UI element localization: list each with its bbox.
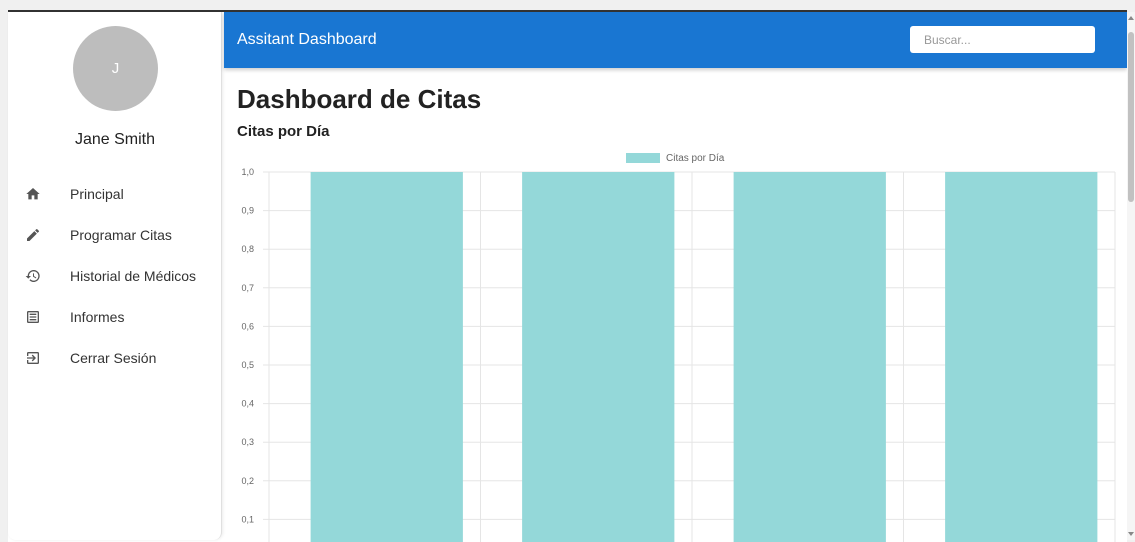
sidebar-item-programar-citas[interactable]: Programar Citas [8,215,222,255]
search-input[interactable] [910,26,1095,53]
y-tick-label: 0,7 [241,283,254,293]
legend-swatch [626,153,660,163]
sidebar-item-label: Cerrar Sesión [70,350,157,366]
user-name: Jane Smith [74,131,156,148]
logout-icon [24,349,42,367]
legend-label: Citas por Día [666,153,725,164]
chart-bar [310,172,463,542]
y-tick-label: 0,8 [241,244,254,254]
avatar-initial: J [111,60,120,77]
y-tick-label: 0,9 [241,206,254,216]
y-tick-label: 0,6 [241,321,254,331]
page-title: Dashboard de Citas [237,84,482,114]
app-header: Assitant Dashboard [224,12,1127,68]
y-tick-label: 0,3 [241,437,254,447]
sidebar-item-principal[interactable]: Principal [8,174,222,214]
pencil-icon [24,226,42,244]
y-tick-label: 1,0 [241,167,254,177]
sidebar: J Jane Smith Principal Programar Citas H… [8,12,222,540]
avatar: J [73,26,158,111]
chart-bar [945,172,1098,542]
scrollbar[interactable] [1127,12,1135,540]
sidebar-item-label: Principal [70,186,124,202]
history-icon [24,267,42,285]
sidebar-item-label: Informes [70,309,125,325]
bar-chart: Citas por Día 1,0 0,9 0,8 0,7 0,6 0,5 0,4 0,3 0,2… [241,153,1116,542]
y-tick-label: 0,4 [241,399,254,409]
home-icon [24,185,42,203]
sidebar-item-informes[interactable]: Informes [8,297,222,337]
y-tick-label: 0,2 [241,476,254,486]
header-title: Assitant Dashboard [237,31,377,48]
sidebar-item-cerrar-sesion[interactable]: Cerrar Sesión [8,338,222,378]
report-icon [24,308,42,326]
sidebar-item-historial-medicos[interactable]: Historial de Médicos [8,256,222,296]
sidebar-item-label: Historial de Médicos [70,268,197,284]
chart-bar [522,172,675,542]
y-tick-label: 0,5 [241,360,254,370]
sidebar-item-label: Programar Citas [70,227,172,243]
section-title: Citas por Día [237,123,330,140]
scroll-down-icon[interactable] [1128,532,1134,536]
y-tick-label: 0,1 [241,514,254,524]
scroll-up-icon[interactable] [1128,16,1134,20]
chart-bar [733,172,886,542]
scroll-thumb[interactable] [1128,32,1134,202]
